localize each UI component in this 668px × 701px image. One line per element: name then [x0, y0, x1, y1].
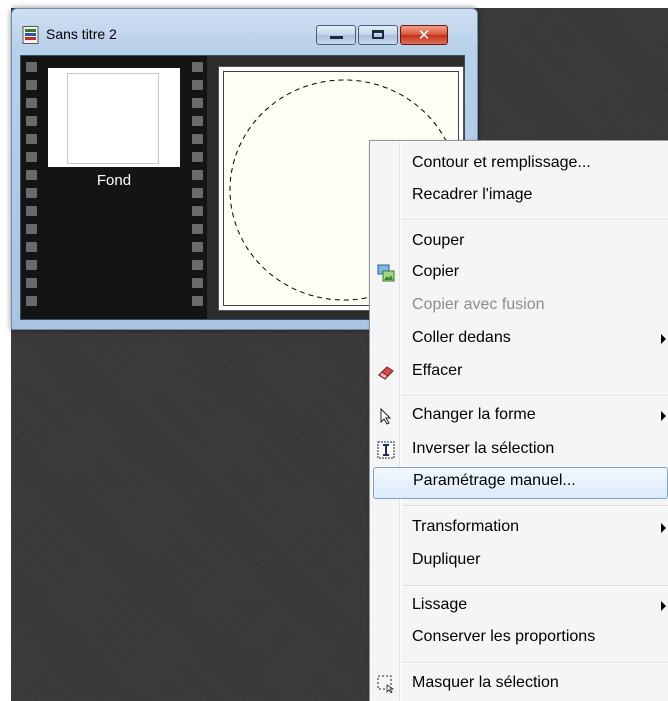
menu-item-copier[interactable]: Copier	[372, 258, 668, 288]
minimize-icon	[330, 36, 343, 39]
thumbnail-preview	[67, 73, 159, 164]
menu-item-label: Changer la forme	[412, 406, 536, 423]
menu-separator	[403, 662, 668, 664]
menu-item-label: Recadrer l'image	[412, 186, 533, 203]
document-icon	[22, 26, 39, 44]
window-title: Sans titre 2	[46, 26, 117, 42]
menu-item-parametrage-manuel[interactable]: Paramétrage manuel...	[373, 467, 668, 499]
menu-item-couper[interactable]: Couper	[372, 227, 668, 257]
menu-item-label: Paramétrage manuel...	[413, 472, 576, 489]
menu-item-effacer[interactable]: Effacer	[372, 357, 668, 387]
menu-item-contour-remplissage[interactable]: Contour et remplissage...	[372, 149, 668, 179]
hide-selection-icon	[377, 675, 395, 693]
menu-item-label: Copier	[412, 263, 460, 280]
menu-item-label: Masquer la sélection	[412, 674, 559, 691]
menu-item-label: Inverser la sélection	[412, 440, 555, 457]
menu-item-label: Dupliquer	[412, 551, 481, 568]
menu-item-label: Lissage	[412, 596, 468, 613]
menu-item-changer-forme[interactable]: Changer la forme	[372, 401, 668, 431]
invert-selection-icon	[377, 441, 395, 459]
submenu-arrow-icon	[661, 411, 666, 421]
menu-item-lissage[interactable]: Lissage	[372, 591, 668, 621]
close-button[interactable]: ✕	[400, 25, 448, 45]
title-bar[interactable]: Sans titre 2 ✕	[12, 9, 477, 55]
submenu-arrow-icon	[661, 601, 666, 611]
minimize-button[interactable]	[316, 25, 356, 45]
menu-item-label: Couper	[412, 232, 465, 249]
background-layer-thumbnail[interactable]	[48, 68, 180, 167]
menu-separator	[403, 505, 668, 507]
maximize-icon	[372, 30, 384, 39]
screen-edge-left	[0, 0, 11, 701]
menu-item-recadrer-image[interactable]: Recadrer l'image	[372, 181, 668, 211]
submenu-arrow-icon	[661, 523, 666, 533]
menu-separator	[403, 219, 668, 221]
menu-item-inverser-selection[interactable]: Inverser la sélection	[372, 435, 668, 465]
eraser-icon	[378, 366, 394, 380]
maximize-button[interactable]	[358, 25, 398, 45]
menu-item-copier-avec-fusion: Copier avec fusion	[372, 291, 668, 321]
screen-edge-top	[0, 0, 668, 8]
menu-separator	[403, 585, 668, 587]
pointer-arrow-icon	[380, 407, 392, 425]
menu-item-dupliquer[interactable]: Dupliquer	[372, 546, 668, 576]
menu-item-label: Copier avec fusion	[412, 296, 545, 313]
menu-item-label: Contour et remplissage...	[412, 154, 591, 171]
thumbnail-label: Fond	[96, 172, 132, 189]
copy-image-icon	[377, 264, 395, 282]
submenu-arrow-icon	[661, 334, 666, 344]
film-sprockets-left	[26, 62, 37, 314]
menu-item-label: Transformation	[412, 518, 519, 535]
menu-item-label: Effacer	[412, 362, 463, 379]
close-icon: ✕	[417, 26, 431, 44]
context-menu: Contour et remplissage... Recadrer l'ima…	[369, 140, 668, 701]
menu-item-coller-dedans[interactable]: Coller dedans	[372, 324, 668, 354]
menu-item-transformation[interactable]: Transformation	[372, 513, 668, 543]
menu-item-conserver-proportions[interactable]: Conserver les proportions	[372, 623, 668, 653]
film-sprockets-right	[192, 62, 203, 314]
menu-separator	[403, 395, 668, 397]
menu-item-label: Conserver les proportions	[412, 628, 596, 645]
menu-item-label: Coller dedans	[412, 329, 511, 346]
menu-item-masquer-selection[interactable]: Masquer la sélection	[372, 669, 668, 699]
layer-filmstrip: Fond	[21, 56, 207, 319]
